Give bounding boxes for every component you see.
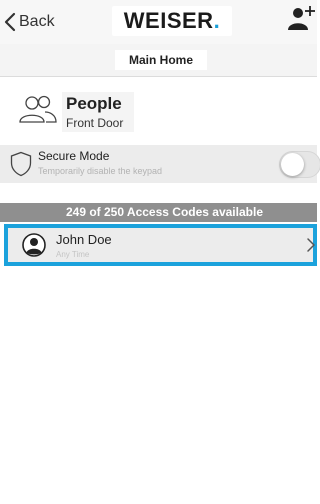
chevron-right-icon	[307, 238, 315, 252]
nav-bar: Back WEISER.	[0, 0, 317, 44]
home-bar: Main Home	[0, 44, 317, 77]
shield-icon	[10, 151, 32, 177]
weiser-logo: WEISER.	[112, 6, 232, 36]
secure-mode-toggle[interactable]	[279, 151, 320, 178]
secure-mode-row: Secure Mode Temporarily disable the keyp…	[0, 145, 320, 183]
user-row[interactable]: John Doe Any Time	[4, 224, 317, 266]
logo-dot: .	[213, 8, 221, 33]
secure-mode-title: Secure Mode	[38, 149, 110, 163]
toggle-knob	[281, 153, 304, 176]
user-schedule: Any Time	[56, 250, 90, 259]
add-user-icon[interactable]	[285, 4, 315, 34]
back-button[interactable]: Back	[4, 10, 55, 34]
people-title-box: People Front Door	[62, 92, 134, 132]
chevron-left-icon	[4, 12, 16, 32]
logo-text: WEISER	[123, 8, 214, 33]
access-codes-banner: 249 of 250 Access Codes available	[0, 203, 317, 222]
home-selector[interactable]: Main Home	[115, 50, 207, 70]
lock-name: Front Door	[66, 116, 124, 130]
user-name: John Doe	[56, 232, 112, 247]
back-label: Back	[19, 13, 55, 30]
page-title: People	[66, 94, 122, 113]
people-header: People Front Door	[0, 88, 317, 134]
user-avatar-icon	[22, 233, 46, 257]
secure-mode-subtitle: Temporarily disable the keypad	[38, 166, 163, 176]
people-icon	[19, 95, 57, 123]
